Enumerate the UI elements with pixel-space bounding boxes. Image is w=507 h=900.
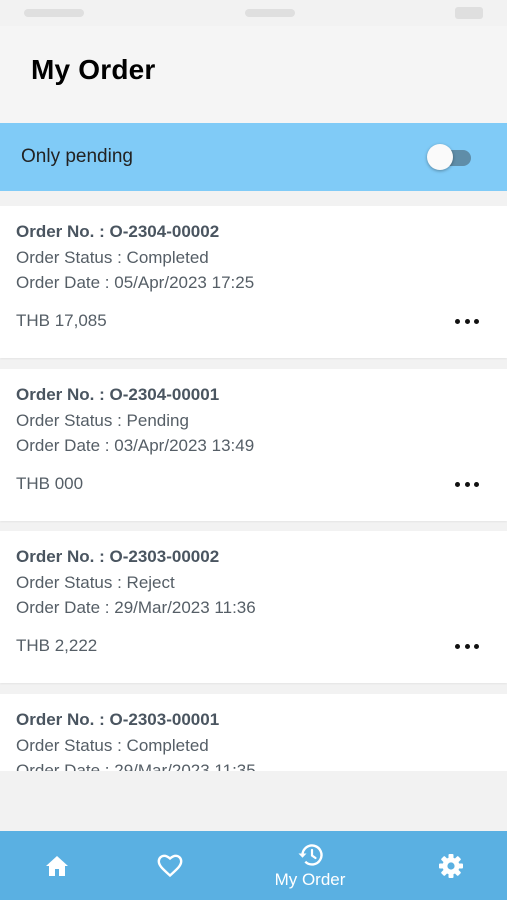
filter-bar: Only pending [0, 123, 507, 191]
toggle-thumb [427, 144, 453, 170]
only-pending-toggle[interactable] [427, 144, 471, 170]
status-signal [244, 9, 295, 17]
order-date: Order Date : 05/Apr/2023 17:25 [16, 273, 255, 292]
more-options-icon[interactable] [455, 475, 479, 493]
status-time [24, 9, 84, 17]
order-total: THB 000 [16, 474, 84, 493]
bottom-nav: My Order [0, 831, 507, 900]
order-card[interactable]: Order No. : O-2303-00002 Order Status : … [0, 531, 507, 683]
nav-my-order[interactable]: My Order [258, 831, 362, 900]
order-date: Order Date : 03/Apr/2023 13:49 [16, 436, 255, 455]
heart-icon [157, 854, 183, 877]
status-bar [0, 0, 507, 26]
order-total: THB 17,085 [16, 311, 107, 330]
history-icon [298, 843, 323, 866]
nav-my-order-label: My Order [274, 869, 346, 889]
only-pending-label: Only pending [21, 146, 133, 167]
nav-favorites[interactable] [145, 831, 195, 900]
gear-icon [439, 853, 463, 878]
order-status: Order Status : Pending [16, 411, 189, 430]
order-status: Order Status : Completed [16, 248, 209, 267]
page-title: My Order [31, 54, 156, 85]
nav-home[interactable] [32, 831, 82, 900]
more-options-icon[interactable] [455, 637, 479, 655]
order-list[interactable]: Order No. : O-2304-00002 Order Status : … [0, 198, 507, 771]
order-number: Order No. : O-2303-00002 [16, 547, 220, 566]
more-options-icon[interactable] [455, 312, 479, 330]
order-number: Order No. : O-2303-00001 [16, 710, 220, 729]
battery-icon [455, 7, 483, 19]
order-date: Order Date : 29/Mar/2023 11:36 [16, 598, 256, 617]
order-card[interactable]: Order No. : O-2304-00001 Order Status : … [0, 369, 507, 521]
order-card[interactable]: Order No. : O-2304-00002 Order Status : … [0, 206, 507, 358]
order-date: Order Date : 29/Mar/2023 11:35 [16, 761, 256, 771]
order-number: Order No. : O-2304-00002 [16, 222, 220, 241]
order-number: Order No. : O-2304-00001 [16, 385, 220, 404]
order-card[interactable]: Order No. : O-2303-00001 Order Status : … [0, 694, 507, 771]
home-icon [46, 855, 68, 876]
order-total: THB 2,222 [16, 636, 98, 655]
order-status: Order Status : Reject [16, 573, 175, 592]
nav-settings[interactable] [426, 831, 476, 900]
order-status: Order Status : Completed [16, 736, 209, 755]
